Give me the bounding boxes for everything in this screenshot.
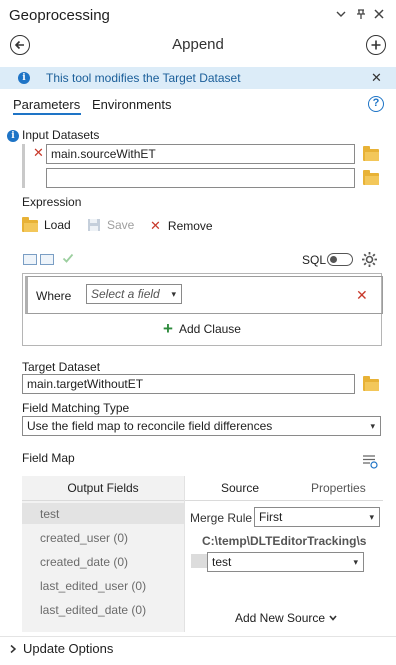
folder-icon[interactable] xyxy=(363,146,380,161)
header-divider xyxy=(22,500,184,501)
chevron-down-icon: ▾ xyxy=(369,512,374,522)
verify-check-icon[interactable] xyxy=(62,252,74,267)
tab-source[interactable]: Source xyxy=(221,481,259,495)
clause-builder: Where Select a field ▾ ✕ + Add Clause xyxy=(22,273,383,346)
banner-message: This tool modifies the Target Dataset xyxy=(46,71,241,85)
merge-rule-value: First xyxy=(259,510,283,524)
field-matching-value: Use the field map to reconcile field dif… xyxy=(27,419,273,433)
dropdown-arrow-icon: ▾ xyxy=(171,289,176,299)
pin-icon[interactable] xyxy=(353,8,369,24)
output-field-item[interactable]: created_date (0) xyxy=(40,555,128,569)
merge-rule-label: Merge Rule xyxy=(190,511,253,525)
output-field-item[interactable]: test xyxy=(40,507,59,521)
source-field-select[interactable]: test ▾ xyxy=(207,552,364,572)
remove-label: Remove xyxy=(167,219,213,233)
source-panel: Source Properties Merge Rule First ▾ C:\… xyxy=(184,476,383,632)
chevron-down-icon[interactable] xyxy=(333,8,349,24)
tool-title: Append xyxy=(172,36,224,53)
pane-title: Geoprocessing xyxy=(9,7,110,24)
where-label: Where xyxy=(36,289,72,303)
load-label: Load xyxy=(44,218,71,232)
field-map-label: Field Map xyxy=(22,451,75,465)
input-dataset-field[interactable]: main.sourceWithET xyxy=(46,144,355,164)
source-field-value: test xyxy=(212,555,232,569)
add-new-source-label: Add New Source xyxy=(235,611,326,625)
remove-button[interactable]: ✕ Remove xyxy=(150,218,213,234)
output-field-item[interactable]: last_edited_date (0) xyxy=(40,603,146,617)
section-divider xyxy=(0,636,396,637)
add-icon: + xyxy=(163,319,173,338)
help-icon[interactable]: ? xyxy=(368,96,384,112)
delete-clause-icon[interactable]: ✕ xyxy=(356,287,368,304)
load-button[interactable]: Load xyxy=(22,216,71,232)
folder-icon xyxy=(22,216,39,232)
output-field-item[interactable]: last_edited_user (0) xyxy=(40,579,146,593)
save-icon xyxy=(88,219,100,231)
pane-title-bar: Geoprocessing xyxy=(0,0,396,32)
field-matching-select[interactable]: Use the field map to reconcile field dif… xyxy=(22,416,381,436)
folder-icon[interactable] xyxy=(363,170,380,185)
field-select-placeholder: Select a field xyxy=(91,287,160,301)
source-header-divider xyxy=(185,500,383,501)
plus-icon xyxy=(371,40,381,49)
remove-icon: ✕ xyxy=(150,218,161,233)
tab-parameters[interactable]: Parameters xyxy=(13,97,80,112)
sql-toggle[interactable] xyxy=(327,253,353,266)
target-dataset-label: Target Dataset xyxy=(22,360,101,374)
add-new-source-button[interactable]: Add New Source xyxy=(235,611,338,625)
chevron-right-icon xyxy=(10,644,17,653)
info-icon: i xyxy=(18,72,30,84)
save-button[interactable]: Save xyxy=(87,218,134,232)
add-button[interactable] xyxy=(366,35,386,55)
output-field-item[interactable]: created_user (0) xyxy=(40,531,128,545)
update-options-expander[interactable]: Update Options xyxy=(9,641,113,656)
target-dataset-field[interactable]: main.targetWithoutET xyxy=(22,374,355,394)
add-clause-label: Add Clause xyxy=(178,322,241,336)
output-fields-header: Output Fields xyxy=(67,481,139,495)
gear-icon[interactable] xyxy=(361,251,378,271)
close-icon[interactable] xyxy=(371,8,387,24)
folder-icon[interactable] xyxy=(363,376,380,391)
input-datasets-label: Input Datasets xyxy=(22,128,100,142)
add-clause-button[interactable]: + Add Clause xyxy=(163,319,241,338)
banner-close-icon[interactable]: ✕ xyxy=(371,70,382,86)
field-map-options-icon[interactable] xyxy=(362,453,378,472)
source-path: C:\temp\DLTEditorTracking\s xyxy=(202,534,367,548)
info-banner: i This tool modifies the Target Dataset … xyxy=(0,67,396,89)
update-options-label: Update Options xyxy=(23,641,114,656)
expression-label: Expression xyxy=(22,195,82,209)
sql-mode-icon[interactable] xyxy=(40,254,54,265)
chevron-down-icon: ▾ xyxy=(353,557,358,567)
multivalue-bar xyxy=(22,144,25,188)
save-label: Save xyxy=(107,218,135,232)
field-select[interactable]: Select a field ▾ xyxy=(86,284,182,304)
chevron-down-icon: ▾ xyxy=(370,421,375,431)
clause-mode-icon[interactable] xyxy=(23,254,37,265)
active-tab-indicator xyxy=(13,113,81,115)
source-drag-handle[interactable] xyxy=(191,554,207,568)
field-matching-label: Field Matching Type xyxy=(22,401,130,415)
sql-label: SQL xyxy=(302,253,327,267)
parameter-info-icon[interactable]: i xyxy=(7,130,19,142)
chevron-down-icon xyxy=(329,615,337,621)
remove-dataset-icon[interactable]: ✕ xyxy=(33,145,44,161)
merge-rule-select[interactable]: First ▾ xyxy=(254,507,380,527)
output-fields-panel: Output Fields test created_user (0) crea… xyxy=(22,476,184,632)
tab-properties[interactable]: Properties xyxy=(311,481,366,495)
tab-environments[interactable]: Environments xyxy=(92,97,171,112)
clause-row xyxy=(25,276,383,314)
input-dataset-field-empty[interactable] xyxy=(46,168,355,188)
